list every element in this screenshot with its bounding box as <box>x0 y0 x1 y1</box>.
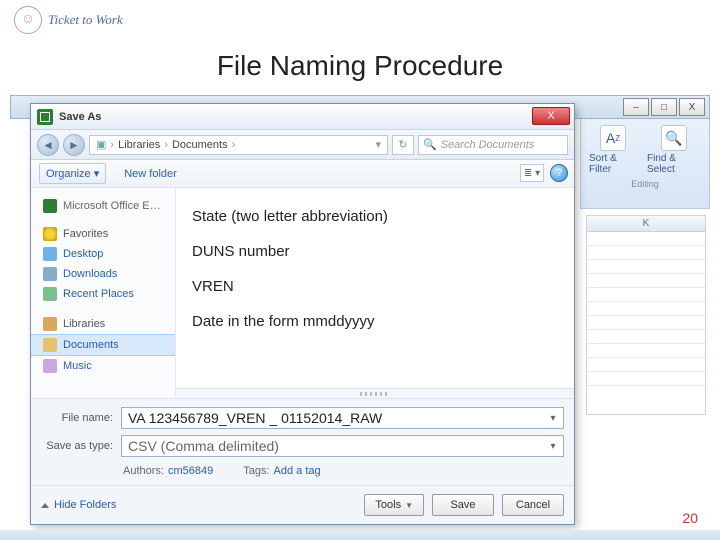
authors-field[interactable]: Authors: cm56849 <box>123 465 213 477</box>
caret-up-icon <box>41 503 49 508</box>
tags-value: Add a tag <box>274 465 321 477</box>
recent-icon <box>43 287 57 301</box>
sidebar-downloads[interactable]: Downloads <box>31 264 175 284</box>
nav-back-button[interactable]: ◄ <box>37 134 59 156</box>
breadcrumb-sep: › <box>110 139 114 151</box>
sidebar-music[interactable]: Music <box>31 356 175 376</box>
dialog-title: Save As <box>59 111 101 123</box>
find-select-label: Find & Select <box>647 153 701 175</box>
search-icon: 🔍 <box>423 138 437 151</box>
sort-filter-icon: AZ <box>600 125 626 151</box>
excel-ribbon: AZ Sort & Filter 🔍 Find & Select Editing <box>580 119 710 209</box>
slide-bottom-bar <box>0 530 720 540</box>
authors-value: cm56849 <box>168 465 213 477</box>
sort-filter-label: Sort & Filter <box>589 153 637 175</box>
brand-logo: ☺ Ticket to Work <box>14 6 123 34</box>
excel-close-button[interactable]: X <box>679 98 705 116</box>
sidebar-desktop-label: Desktop <box>63 248 103 260</box>
sidebar-documents[interactable]: Documents <box>31 334 175 356</box>
hide-folders-label: Hide Folders <box>54 499 116 511</box>
tags-label: Tags: <box>243 465 269 477</box>
search-input[interactable]: 🔍 Search Documents <box>418 135 568 155</box>
file-fields: File name: VA 123456789_VREN _ 01152014_… <box>31 398 574 485</box>
find-select-icon: 🔍 <box>661 125 687 151</box>
new-folder-button[interactable]: New folder <box>118 165 183 183</box>
documents-icon <box>43 338 57 352</box>
slide-title: File Naming Procedure <box>0 50 720 82</box>
chevron-down-icon[interactable]: ▾ <box>545 438 561 454</box>
music-icon <box>43 359 57 373</box>
formula-stub-label: Microsoft Office E… <box>63 200 161 212</box>
nav-forward-button[interactable]: ► <box>63 134 85 156</box>
organize-button[interactable]: Organize ▾ <box>39 163 106 184</box>
sidebar-documents-label: Documents <box>63 339 119 351</box>
sidebar-desktop[interactable]: Desktop <box>31 244 175 264</box>
sort-filter-button[interactable]: AZ Sort & Filter <box>589 125 637 175</box>
tools-label: Tools <box>375 499 401 511</box>
chevron-down-icon: ▼ <box>405 501 413 510</box>
breadcrumb-sep: › <box>232 139 236 151</box>
libraries-icon <box>43 317 57 331</box>
ribbon-group-label: Editing <box>581 179 709 189</box>
desktop-icon <box>43 247 57 261</box>
resize-grip[interactable] <box>176 388 574 398</box>
filetype-label: Save as type: <box>41 440 113 452</box>
filetype-select[interactable]: CSV (Comma delimited) ▾ <box>121 435 564 457</box>
nav-row: ◄ ► ▣ › Libraries › Documents › ▾ ↻ 🔍 Se… <box>31 130 574 160</box>
filename-value: VA 123456789_VREN _ 01152014_RAW <box>128 410 382 426</box>
instruction-date: Date in the form mmddyyyy <box>192 313 558 330</box>
sidebar-favorites[interactable]: Favorites <box>31 224 175 244</box>
refresh-button[interactable]: ↻ <box>392 135 414 155</box>
column-header-k[interactable]: K <box>587 216 705 232</box>
chevron-down-icon[interactable]: ▾ <box>545 410 561 426</box>
instruction-state: State (two letter abbreviation) <box>192 208 558 225</box>
excel-file-icon <box>37 109 53 125</box>
excel-grid[interactable]: K <box>586 215 706 415</box>
sidebar-downloads-label: Downloads <box>63 268 117 280</box>
breadcrumb-folder[interactable]: Documents <box>172 139 228 151</box>
grip-icon <box>360 392 390 396</box>
page-number: 20 <box>682 510 698 526</box>
help-button[interactable]: ? <box>550 164 568 182</box>
save-button[interactable]: Save <box>432 494 494 516</box>
instruction-duns: DUNS number <box>192 243 558 260</box>
sidebar-music-label: Music <box>63 360 92 372</box>
filetype-value: CSV (Comma delimited) <box>128 438 279 454</box>
excel-minimize-button[interactable]: – <box>623 98 649 116</box>
breadcrumb[interactable]: ▣ › Libraries › Documents › ▾ <box>89 135 388 155</box>
filename-input[interactable]: VA 123456789_VREN _ 01152014_RAW ▾ <box>121 407 564 429</box>
view-button[interactable]: ≣ ▾ <box>520 164 544 182</box>
star-icon <box>43 227 57 241</box>
search-placeholder: Search Documents <box>441 139 535 151</box>
sidebar-libraries[interactable]: Libraries <box>31 314 175 334</box>
filename-label: File name: <box>41 412 113 424</box>
instruction-vren: VREN <box>192 278 558 295</box>
find-select-button[interactable]: 🔍 Find & Select <box>647 125 701 175</box>
nav-sidebar: Microsoft Office E… Favorites Desktop Do… <box>31 188 176 398</box>
sidebar-libraries-label: Libraries <box>63 318 105 330</box>
sidebar-excel-formula-stub: Microsoft Office E… <box>31 196 175 216</box>
hide-folders-toggle[interactable]: Hide Folders <box>41 499 116 511</box>
tags-field[interactable]: Tags: Add a tag <box>243 465 320 477</box>
logo-icon: ☺ <box>14 6 42 34</box>
tools-button[interactable]: Tools ▼ <box>364 494 424 516</box>
sidebar-recent-places[interactable]: Recent Places <box>31 284 175 304</box>
dialog-button-row: Hide Folders Tools ▼ Save Cancel <box>31 485 574 524</box>
dialog-titlebar[interactable]: Save As X <box>31 104 574 130</box>
download-icon <box>43 267 57 281</box>
authors-label: Authors: <box>123 465 164 477</box>
logo-text: Ticket to Work <box>48 12 123 28</box>
breadcrumb-sep: › <box>164 139 168 151</box>
cancel-button[interactable]: Cancel <box>502 494 564 516</box>
main-pane: State (two letter abbreviation) DUNS num… <box>176 188 574 398</box>
sidebar-recent-label: Recent Places <box>63 288 134 300</box>
save-as-dialog: Save As X ◄ ► ▣ › Libraries › Documents … <box>30 103 575 525</box>
folder-icon: ▣ <box>96 138 106 151</box>
sidebar-favorites-label: Favorites <box>63 228 108 240</box>
breadcrumb-root[interactable]: Libraries <box>118 139 160 151</box>
dialog-toolbar: Organize ▾ New folder ≣ ▾ ? <box>31 160 574 188</box>
excel-maximize-button[interactable]: □ <box>651 98 677 116</box>
dialog-close-button[interactable]: X <box>532 107 570 125</box>
